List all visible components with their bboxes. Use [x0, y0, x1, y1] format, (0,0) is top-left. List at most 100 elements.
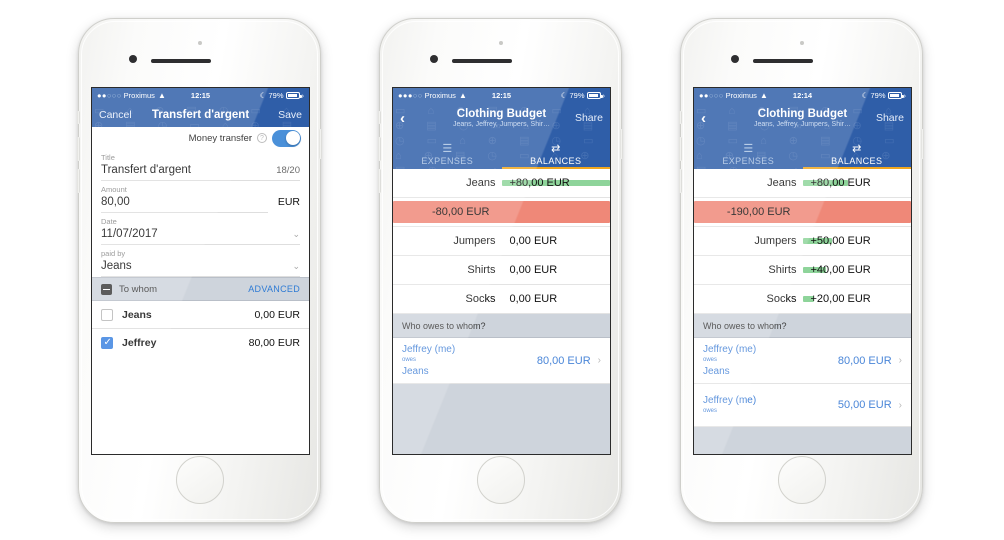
balance-row[interactable]: Socks +20,00 EUR: [694, 285, 911, 314]
list-icon: ☰: [743, 143, 754, 155]
owes-header-label: Who owes to whom?: [703, 320, 787, 331]
chevron-down-icon: ⌄: [292, 229, 300, 239]
money-transfer-row[interactable]: Money transfer?: [92, 127, 309, 149]
silent-switch[interactable]: [77, 111, 80, 124]
owes-row[interactable]: Jeffrey (me) owes 50,00 EUR ›: [694, 384, 911, 427]
tab-label: EXPENSES: [722, 156, 775, 166]
balance-right-cell: +40,00 EUR: [802, 264, 912, 276]
field-value: 80,00: [101, 196, 130, 208]
volume-down-button[interactable]: [378, 169, 381, 193]
power-button[interactable]: [319, 129, 322, 159]
money-transfer-toggle[interactable]: [272, 129, 301, 147]
balance-amount: 0,00 EUR: [509, 293, 558, 305]
owes-names: Jeffrey (me) owes Jeans: [703, 343, 756, 378]
owes-verb: owes: [402, 357, 417, 363]
recipient-row[interactable]: Jeans 0,00 EUR: [92, 301, 309, 328]
volume-up-button[interactable]: [679, 137, 682, 161]
owes-header-label: Who owes to whom?: [402, 320, 486, 331]
device-screen: ●●○○○ Proximus ▲ 12:14 ☾ 79% › ▭ ⌂ ⊕ ▤ ◷ ▭ ⌂ ⊕ …: [693, 87, 912, 455]
balance-left-cell: Jumpers: [393, 235, 502, 247]
field-value-row[interactable]: 80,00 EUR: [101, 196, 300, 212]
status-bar: ●●○○○ Proximus ▲ 12:15 ☾ 79% ›: [92, 88, 309, 102]
battery-icon: [586, 91, 603, 99]
tab-label: EXPENSES: [421, 156, 474, 166]
balance-left-cell: Socks: [694, 293, 803, 305]
balance-row[interactable]: -190,00 EURJeffrey (me): [694, 198, 911, 227]
tab-expenses[interactable]: ☰ EXPENSES: [694, 134, 803, 169]
share-button[interactable]: Share: [575, 112, 603, 124]
balance-name: Socks: [766, 293, 797, 305]
balance-row[interactable]: Socks 0,00 EUR: [393, 285, 610, 314]
share-button[interactable]: Share: [876, 112, 904, 124]
back-button[interactable]: ‹: [701, 111, 706, 126]
save-button[interactable]: Save: [278, 109, 302, 121]
balance-right-cell: 0,00 EUR: [502, 264, 611, 276]
balance-right-cell: 0,00 EUR: [502, 293, 611, 305]
form-body: Money transfer? Title Transfert d'argent 18…: [92, 127, 309, 454]
recipient-row[interactable]: Jeffrey 80,00 EUR: [92, 329, 309, 356]
scroll-filler: [393, 384, 610, 454]
home-button[interactable]: [476, 456, 525, 504]
chevron-right-icon: ›: [597, 355, 601, 366]
clock-label: 12:15: [491, 90, 512, 100]
field-value: 11/07/2017: [101, 228, 158, 240]
tab-balances[interactable]: ⇄ BALANCES: [802, 134, 912, 169]
balance-name: Jeans: [767, 177, 797, 189]
proximity-sensor-icon: [197, 41, 202, 45]
field-label: Date: [101, 217, 117, 226]
owes-section-header: Who owes to whom?: [694, 314, 911, 338]
volume-up-button[interactable]: [378, 137, 381, 161]
balance-left-cell: Shirts: [393, 264, 502, 276]
balance-amount: +80,00 EUR: [810, 177, 871, 189]
volume-down-button[interactable]: [77, 169, 80, 193]
silent-switch[interactable]: [679, 111, 682, 124]
owes-debtor: Jeffrey (me): [703, 395, 757, 406]
recipient-name: Jeans: [122, 308, 152, 321]
help-icon[interactable]: ?: [257, 133, 267, 143]
earpiece-speaker-icon: [753, 59, 813, 63]
balance-icon: ⇄: [852, 143, 862, 155]
balance-row[interactable]: Jeans +80,00 EUR: [393, 169, 610, 198]
battery-icon: [887, 91, 904, 99]
nav-bar-row: ‹ Clothing Budget Jeans, Jeffrey, Jumpers,…: [694, 102, 911, 134]
tab-expenses[interactable]: ☰ EXPENSES: [393, 134, 502, 169]
balance-amount: 0,00 EUR: [509, 235, 558, 247]
owes-names: Jeffrey (me) owes Jeans: [402, 343, 455, 378]
owes-creditor: Jeans: [402, 366, 429, 377]
recipient-checkbox[interactable]: [101, 308, 113, 321]
char-counter: 18/20: [276, 165, 300, 176]
volume-up-button[interactable]: [77, 137, 80, 161]
power-button[interactable]: [620, 129, 623, 159]
power-button[interactable]: [921, 129, 924, 159]
balance-row[interactable]: Jumpers +50,00 EUR: [694, 227, 911, 256]
back-button[interactable]: ‹: [400, 111, 405, 126]
owes-row[interactable]: Jeffrey (me) owes Jeans 80,00 EUR ›: [393, 338, 610, 384]
proximity-sensor-icon: [498, 41, 503, 45]
owes-debtor: Jeffrey (me): [402, 344, 456, 355]
tab-label: BALANCES: [530, 156, 582, 166]
cancel-button[interactable]: Cancel: [99, 109, 132, 121]
silent-switch[interactable]: [378, 111, 381, 124]
minus-box-icon[interactable]: [101, 283, 112, 295]
volume-down-button[interactable]: [679, 169, 682, 193]
balance-row[interactable]: Shirts +40,00 EUR: [694, 256, 911, 285]
field-title: Title Transfert d'argent 18/20: [92, 149, 309, 181]
balance-amount: +40,00 EUR: [810, 264, 871, 276]
balance-row[interactable]: -80,00 EURJeffrey (me): [393, 198, 610, 227]
balance-right-cell: +80,00 EUR: [501, 177, 610, 189]
field-paid-by: paid by Jeans ⌄: [92, 245, 309, 277]
field-value-row[interactable]: Transfert d'argent 18/20: [101, 164, 300, 180]
balance-row[interactable]: Shirts 0,00 EUR: [393, 256, 610, 285]
tab-balances[interactable]: ⇄ BALANCES: [501, 134, 611, 169]
balance-row[interactable]: Jumpers 0,00 EUR: [393, 227, 610, 256]
home-button[interactable]: [175, 456, 224, 504]
home-button[interactable]: [777, 456, 826, 504]
recipient-checkbox[interactable]: [101, 336, 113, 349]
balance-row[interactable]: Jeans +80,00 EUR: [694, 169, 911, 198]
field-value-row[interactable]: Jeans ⌄: [101, 260, 300, 276]
field-value-row[interactable]: 11/07/2017 ⌄: [101, 228, 300, 244]
advanced-button[interactable]: ADVANCED: [248, 284, 300, 294]
device-screen: ●●○○○ Proximus ▲ 12:15 ☾ 79% › ▭ ⌂ ⊕ ▤ ◷ ▭ ⌂ ⊕ …: [91, 87, 310, 455]
owes-row[interactable]: Jeffrey (me) owes Jeans 80,00 EUR ›: [694, 338, 911, 384]
balance-amount: -190,00 EUR: [726, 206, 791, 218]
